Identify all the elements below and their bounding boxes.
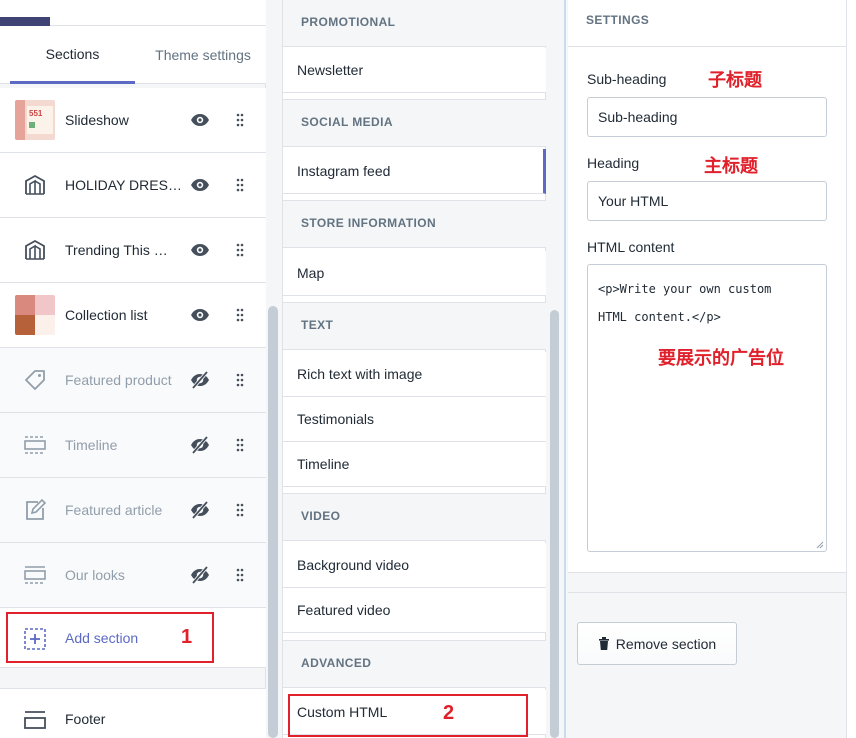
slideshow-thumbnail: 551: [15, 100, 55, 140]
preview-edge: [846, 0, 856, 738]
collection-icon: [25, 239, 45, 260]
drag-handle-icon[interactable]: [235, 113, 245, 127]
picker-item-instagram-feed[interactable]: Instagram feed: [283, 149, 546, 194]
section-row-featured-product[interactable]: Featured product: [0, 348, 266, 413]
tab-sections[interactable]: Sections: [10, 26, 135, 84]
sections-sidebar: Sections Theme settings 551 Slideshow HO…: [0, 0, 266, 738]
section-row-collection-list[interactable]: Collection list: [0, 283, 266, 348]
picker-item-timeline[interactable]: Timeline: [283, 442, 546, 487]
drag-handle-icon[interactable]: [235, 503, 245, 517]
section-row-featured-article[interactable]: Featured article: [0, 478, 266, 543]
add-section-row[interactable]: Add section 1: [0, 608, 266, 668]
html-content-textarea[interactable]: <p>Write your own custom HTML content.</…: [587, 264, 827, 552]
section-label: Timeline: [65, 437, 118, 453]
category-text: TEXT: [283, 302, 546, 350]
trash-icon: [598, 637, 609, 650]
picker-item-map[interactable]: Map: [283, 251, 546, 296]
drag-handle-icon[interactable]: [235, 568, 245, 582]
add-section-button[interactable]: Add section: [65, 608, 138, 668]
picker-item-testimonials[interactable]: Testimonials: [283, 397, 546, 442]
top-bar: [0, 0, 266, 26]
settings-panel: SETTINGS Sub-heading 子标题 Sub-heading Hea…: [564, 0, 848, 738]
collection-list-thumbnail: [15, 295, 55, 335]
progress-accent: [0, 17, 50, 26]
settings-title: SETTINGS: [568, 0, 848, 47]
section-label: Collection list: [65, 307, 148, 323]
eye-hidden-icon[interactable]: [190, 435, 210, 455]
sidebar-tabs: Sections Theme settings: [0, 26, 266, 84]
eye-hidden-icon[interactable]: [190, 370, 210, 390]
article-icon: [26, 499, 46, 520]
eye-icon[interactable]: [190, 305, 210, 325]
picker-item-rich-text-with-image[interactable]: Rich text with image: [283, 352, 546, 397]
category-social-media: SOCIAL MEDIA: [283, 99, 546, 147]
picker-scrollbar[interactable]: [550, 310, 559, 738]
timeline-icon: [24, 436, 46, 454]
section-label: Featured product: [65, 372, 172, 388]
collection-icon: [25, 174, 45, 195]
eye-hidden-icon[interactable]: [190, 565, 210, 585]
drag-handle-icon[interactable]: [235, 243, 245, 257]
category-video: VIDEO: [283, 493, 546, 541]
sidebar-scrollbar[interactable]: [268, 306, 278, 738]
section-row-timeline[interactable]: Timeline: [0, 413, 266, 478]
settings-card: SETTINGS Sub-heading 子标题 Sub-heading Hea…: [568, 0, 848, 573]
section-row-holiday[interactable]: HOLIDAY DRES…: [0, 153, 266, 218]
section-label: Slideshow: [65, 112, 129, 128]
remove-section-label: Remove section: [615, 635, 717, 652]
section-row-slideshow[interactable]: 551 Slideshow: [0, 88, 266, 153]
picker-item-featured-video[interactable]: Featured video: [283, 588, 546, 633]
subheading-input[interactable]: Sub-heading: [587, 97, 827, 137]
section-label: Featured article: [65, 502, 163, 518]
subheading-label: Sub-heading: [587, 71, 667, 87]
ad-slot-annotation: 要展示的广告位: [658, 348, 784, 369]
tag-icon: [25, 370, 45, 390]
section-label: Our looks: [65, 567, 125, 583]
category-advanced: ADVANCED: [283, 640, 546, 688]
subheading-annotation: 子标题: [708, 70, 762, 91]
heading-input[interactable]: Your HTML: [587, 181, 827, 221]
section-row-trending[interactable]: Trending This …: [0, 218, 266, 283]
category-promotional: PROMOTIONAL: [283, 0, 546, 47]
eye-hidden-icon[interactable]: [190, 500, 210, 520]
eye-icon[interactable]: [190, 240, 210, 260]
section-row-our-looks[interactable]: Our looks: [0, 543, 266, 608]
section-label: Footer: [65, 711, 106, 727]
eye-icon[interactable]: [190, 110, 210, 130]
section-label: HOLIDAY DRES…: [65, 177, 180, 193]
looks-icon: [24, 566, 46, 584]
remove-section-button[interactable]: Remove section: [577, 622, 737, 665]
annotation-number-1: 1: [181, 626, 193, 648]
picker-item-background-video[interactable]: Background video: [283, 543, 546, 588]
footer-icon: [24, 711, 46, 729]
category-store-information: STORE INFORMATION: [283, 200, 546, 248]
tab-theme-settings[interactable]: Theme settings: [140, 26, 266, 84]
html-content-label: HTML content: [587, 239, 675, 255]
heading-label: Heading: [587, 155, 640, 171]
drag-handle-icon[interactable]: [235, 373, 245, 387]
eye-icon[interactable]: [190, 175, 210, 195]
heading-annotation: 主标题: [704, 156, 758, 177]
section-label: Trending This …: [65, 242, 168, 258]
html-line: <p>Write your own custom: [598, 282, 772, 296]
drag-handle-icon[interactable]: [235, 438, 245, 452]
annotation-highlight-2: [288, 694, 528, 737]
section-picker: PROMOTIONAL Newsletter SOCIAL MEDIA Inst…: [282, 0, 546, 738]
section-row-footer[interactable]: Footer: [0, 688, 266, 738]
drag-handle-icon[interactable]: [235, 178, 245, 192]
annotation-number-2: 2: [443, 702, 455, 724]
drag-handle-icon[interactable]: [235, 308, 245, 322]
picker-item-newsletter[interactable]: Newsletter: [283, 48, 546, 93]
resize-handle-icon[interactable]: [816, 541, 824, 549]
html-line: HTML content.</p>: [598, 310, 721, 324]
add-section-icon: [24, 628, 46, 650]
